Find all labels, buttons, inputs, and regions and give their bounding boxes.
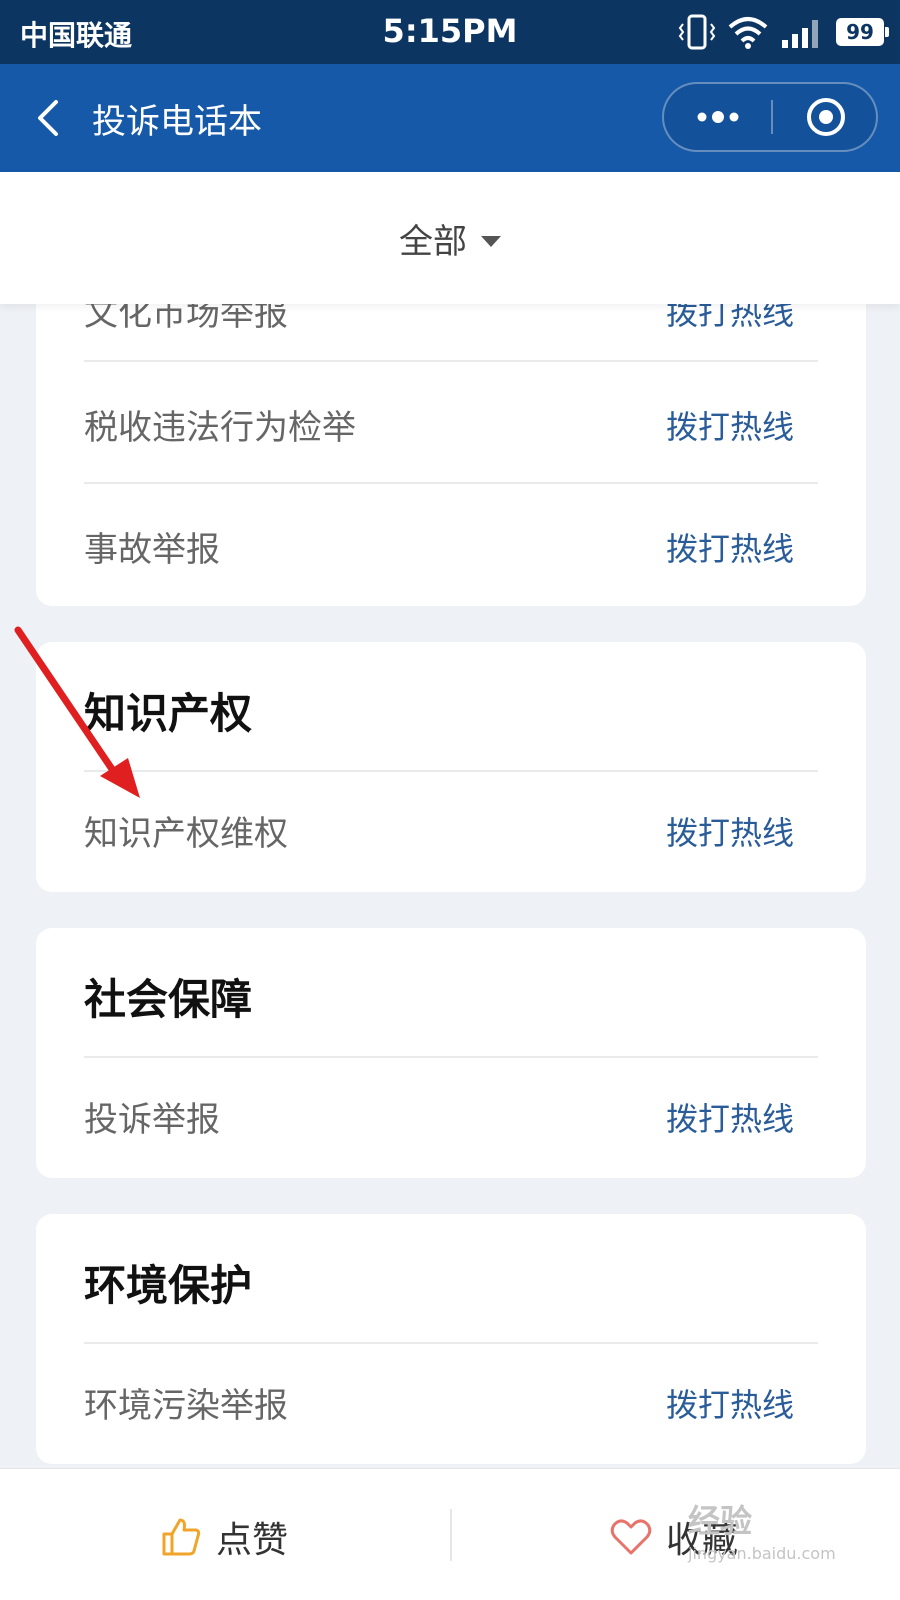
call-hotline-link[interactable]: 拨打热线 — [666, 402, 794, 448]
battery-icon: 99 — [836, 18, 889, 46]
call-hotline-link[interactable]: 拨打热线 — [666, 1094, 794, 1140]
divider — [84, 360, 818, 362]
category-title: 社会保障 — [84, 975, 253, 1024]
divider — [84, 1056, 818, 1058]
status-icons: 99 — [678, 12, 889, 52]
page-title: 投诉电话本 — [92, 102, 262, 142]
back-button[interactable] — [26, 90, 82, 146]
caret-down-icon — [481, 235, 501, 247]
list-item-label: 投诉举报 — [84, 1100, 220, 1140]
status-bar: 中国联通 5:15PM 99 — [0, 0, 900, 64]
like-label: 点赞 — [216, 1520, 289, 1561]
thumbs-up-icon — [162, 1518, 201, 1556]
list-item-label: 税收违法行为检举 — [84, 408, 356, 448]
watermark-text: 经验 — [688, 1502, 753, 1540]
divider — [84, 1342, 818, 1344]
red-arrow-annotation — [14, 626, 140, 798]
category-filter[interactable]: 全部 — [0, 172, 900, 304]
vibrate-icon — [678, 14, 716, 50]
category-title: 环境保护 — [84, 1261, 253, 1310]
heart-icon — [610, 1519, 652, 1555]
watermark-url: jingyan.baidu.com — [688, 1544, 836, 1563]
category-card-environment: 环境保护 环境污染举报 拨打热线 — [36, 1214, 866, 1464]
call-hotline-link[interactable]: 拨打热线 — [666, 808, 794, 854]
baidu-watermark: 经验 jingyan.baidu.com — [688, 1496, 836, 1563]
divider — [84, 770, 818, 772]
divider — [84, 482, 818, 484]
battery-level: 99 — [846, 20, 874, 44]
target-close-icon — [806, 98, 845, 136]
call-hotline-link[interactable]: 拨打热线 — [666, 524, 794, 570]
filter-label: 全部 — [399, 221, 467, 262]
signal-icon — [782, 20, 818, 48]
mini-program-capsule — [662, 82, 878, 152]
close-button[interactable] — [773, 84, 878, 150]
wifi-icon — [728, 17, 768, 49]
more-dots-icon — [697, 111, 738, 123]
category-card-social: 社会保障 投诉举报 拨打热线 — [36, 928, 866, 1178]
more-button[interactable] — [664, 84, 771, 150]
like-button[interactable]: 点赞 — [160, 1511, 288, 1563]
list-item-label: 环境污染举报 — [84, 1386, 288, 1426]
chevron-left-icon — [38, 100, 58, 136]
call-hotline-link[interactable]: 拨打热线 — [666, 1380, 794, 1426]
nav-bar: 投诉电话本 — [0, 64, 900, 172]
bottom-divider — [450, 1509, 452, 1561]
list-item-label: 事故举报 — [84, 530, 220, 570]
